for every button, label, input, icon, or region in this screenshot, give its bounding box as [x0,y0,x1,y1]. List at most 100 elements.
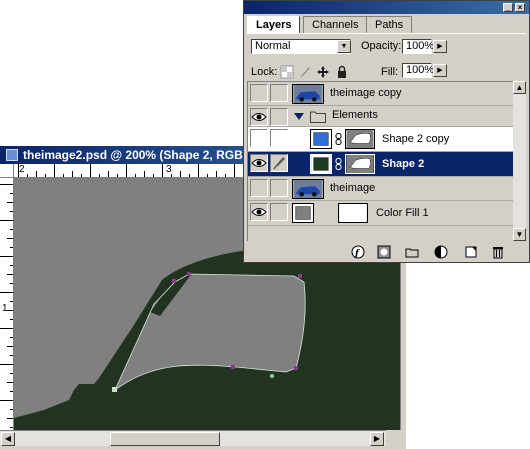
visibility-toggle-empty[interactable] [250,129,268,147]
layer-mask-thumbnail [338,203,368,223]
tab-channels[interactable]: Channels [303,16,368,33]
bezier-handle[interactable] [270,374,274,378]
visibility-toggle-empty[interactable] [250,84,268,102]
horizontal-scrollbar[interactable]: ◀ ▶ [0,430,400,446]
lock-label: Lock: [251,66,278,78]
image-layer-thumbnail [292,179,324,199]
layer-row-theimage[interactable]: theimage [248,177,513,201]
layer-name: theimage copy [330,87,402,99]
layer-row-shape-2[interactable]: Shape 2 [248,152,513,177]
ruler-tick [10,391,13,392]
document-title: theimage2.psd @ 200% (Shape 2, RGB) [23,148,247,162]
minimize-icon[interactable]: _ [503,3,513,12]
opacity-slider-arrow-icon[interactable]: ▶ [433,40,447,53]
ruler-tick [0,256,13,257]
ruler-tick [216,171,217,177]
scroll-right-arrow-icon[interactable]: ▶ [370,432,384,446]
layer-name: theimage [330,182,376,194]
scroll-left-arrow-icon[interactable]: ◀ [1,432,15,446]
anchor-point[interactable] [231,365,235,369]
mask-icon[interactable] [377,245,391,259]
chevron-down-icon[interactable]: ▼ [337,40,351,53]
link-toggle-empty[interactable] [270,203,288,221]
link-toggle-empty[interactable] [270,179,288,197]
ruler-tick [7,202,13,203]
chain-link-icon[interactable] [335,133,342,145]
vertical-ruler[interactable]: 1 [0,178,14,430]
ruler-tick [108,171,109,177]
layer-row-shape-2-copy[interactable]: Shape 2 copy [248,127,513,152]
new-layer-icon[interactable] [464,245,478,259]
layer-name: Color Fill 1 [376,207,429,219]
ruler-tick [81,174,82,177]
anchor-point[interactable] [172,279,176,283]
adjustment-layer-icon[interactable] [434,245,448,259]
ruler-tick [10,265,13,266]
ruler-tick [45,174,46,177]
fill-color-thumbnail [292,203,314,223]
ruler-tick [207,174,208,177]
layers-list-scrollbar[interactable]: ▲ ▼ [513,81,526,241]
scroll-up-arrow-icon[interactable]: ▲ [513,81,526,94]
close-icon[interactable]: × [515,3,525,12]
fill-input[interactable]: 100% [402,63,434,78]
anchor-point[interactable] [294,366,298,370]
lock-transparency-icon[interactable] [280,65,294,79]
layers-palette[interactable]: _ × Layers Channels Paths Normal ▼ Opaci… [243,0,530,263]
ruler-tick [0,220,13,221]
layer-style-icon[interactable]: f [351,245,365,259]
ruler-number: 3 [166,164,172,175]
expand-triangle-icon[interactable] [294,113,304,121]
layer-row-color-fill-1[interactable]: Color Fill 1 [248,201,513,226]
ruler-origin[interactable] [0,164,14,178]
tab-paths[interactable]: Paths [366,16,413,33]
scroll-down-arrow-icon[interactable]: ▼ [513,228,526,241]
ruler-tick [36,171,37,177]
opacity-input[interactable]: 100% [402,39,435,54]
eye-icon[interactable] [250,203,268,221]
fill-color-thumbnail [310,154,332,174]
layer-row-elements-group[interactable]: Elements [248,106,513,127]
lock-image-brush-icon[interactable] [298,65,312,79]
chain-link-icon[interactable] [335,158,342,170]
paintbrush-icon[interactable] [270,154,288,172]
ruler-tick [198,164,199,177]
ruler-tick [7,346,13,347]
eye-icon[interactable] [250,108,268,126]
link-toggle-empty[interactable] [270,108,288,126]
ruler-tick [0,184,13,185]
visibility-toggle-empty[interactable] [250,179,268,197]
palette-titlebar[interactable]: _ × [244,1,529,14]
ruler-tick [135,174,136,177]
layers-panel-body: Normal ▼ Opacity: 100% ▶ Lock: Fill: 100… [247,33,526,260]
tab-label: Channels [312,19,359,31]
fill-label: Fill: [381,66,399,78]
window-resize-grip[interactable] [386,430,406,449]
tab-layers[interactable]: Layers [247,16,301,34]
ruler-tick [90,164,91,177]
lock-position-move-icon[interactable] [316,65,330,79]
ruler-tick [10,427,13,428]
link-toggle-empty[interactable] [270,84,288,102]
opacity-value: 100% [406,40,435,52]
eye-icon[interactable] [250,154,268,172]
anchor-point[interactable] [298,274,302,278]
layer-name: Elements [332,109,378,121]
horizontal-scroll-thumb[interactable] [110,432,220,446]
anchor-point[interactable] [187,272,191,276]
link-toggle-empty[interactable] [270,129,288,147]
layer-row-theimage-copy[interactable]: theimage copy [248,82,513,106]
trash-icon[interactable] [491,245,505,259]
anchor-point[interactable] [112,387,117,392]
blend-mode-select[interactable]: Normal [251,39,351,54]
ruler-tick [27,174,28,177]
opacity-label: Opacity: [361,40,402,52]
new-set-icon[interactable] [405,245,419,259]
layer-name: Shape 2 [382,158,425,170]
ruler-tick [72,171,73,177]
layers-list[interactable]: theimage copy Elements Shape 2 copy Shap… [247,81,513,241]
ruler-tick [10,283,13,284]
fill-slider-arrow-icon[interactable]: ▶ [433,64,447,77]
lock-all-padlock-icon[interactable] [335,65,349,79]
ruler-tick [234,164,235,177]
